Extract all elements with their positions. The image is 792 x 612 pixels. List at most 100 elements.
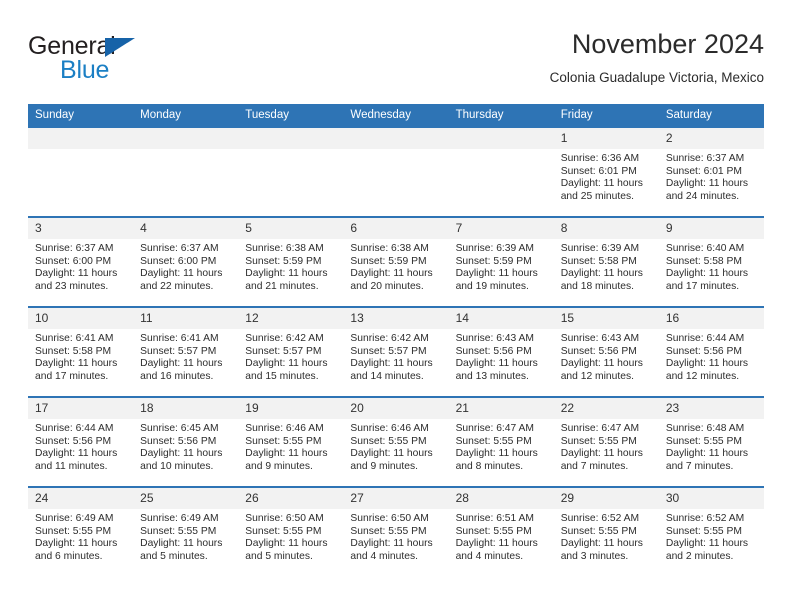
triangle-icon [105, 38, 135, 57]
day-number: 21 [448, 398, 554, 419]
daylight-text-line2: and 11 minutes. [35, 460, 108, 472]
daylight-text-line2: and 23 minutes. [35, 280, 109, 292]
day-number: 18 [133, 398, 239, 419]
daylight-text-line2: and 16 minutes. [140, 370, 214, 382]
calendar-cell-day[interactable]: 15 Sunrise: 6:43 AM Sunset: 5:56 PM Dayligh… [553, 306, 659, 397]
day-number: 8 [553, 218, 659, 239]
calendar-cell-day[interactable]: 16 Sunrise: 6:44 AM Sunset: 5:56 PM Dayligh… [658, 306, 764, 397]
calendar-cell-empty [28, 126, 134, 217]
calendar-cell-day[interactable]: 26 Sunrise: 6:50 AM Sunset: 5:55 PM Dayligh… [238, 486, 344, 576]
sunset-text: Sunset: 5:56 PM [560, 345, 637, 357]
sunrise-text: Sunrise: 6:38 AM [245, 243, 324, 254]
weekday-header-thursday: Thursday [448, 104, 554, 127]
sunrise-text: Sunrise: 6:50 AM [245, 513, 324, 524]
sunrise-text: Sunrise: 6:49 AM [140, 513, 219, 524]
calendar-cell-day[interactable]: 25 Sunrise: 6:49 AM Sunset: 5:55 PM Dayligh… [133, 486, 239, 576]
calendar-cell-day[interactable]: 6 Sunrise: 6:38 AM Sunset: 5:59 PM Daylight… [343, 216, 449, 307]
calendar-cell-day[interactable]: 29 Sunrise: 6:52 AM Sunset: 5:55 PM Dayligh… [553, 486, 659, 576]
calendar-cell-day[interactable]: 3 Sunrise: 6:37 AM Sunset: 6:00 PM Daylight… [28, 216, 134, 307]
daylight-text-line2: and 17 minutes. [35, 370, 109, 382]
sunrise-text: Sunrise: 6:44 AM [665, 333, 745, 344]
daylight-text-line1: Daylight: 11 hours [560, 178, 643, 190]
calendar-cell-day[interactable]: 28 Sunrise: 6:51 AM Sunset: 5:55 PM Dayligh… [448, 486, 554, 576]
sunrise-text: Sunrise: 6:48 AM [665, 423, 745, 434]
brand-logo[interactable]: General Blue [28, 32, 248, 88]
calendar-cell-day[interactable]: 19 Sunrise: 6:46 AM Sunset: 5:55 PM Dayligh… [238, 396, 344, 487]
sunset-text: Sunset: 5:55 PM [140, 525, 217, 537]
day-details: Sunrise: 6:46 AM Sunset: 5:55 PM Daylight:… [238, 419, 343, 473]
day-number: 23 [658, 398, 764, 419]
daylight-text-line1: Daylight: 11 hours [560, 538, 643, 550]
calendar-cell-day[interactable]: 18 Sunrise: 6:45 AM Sunset: 5:56 PM Dayligh… [133, 396, 239, 487]
calendar-cell-day[interactable]: 20 Sunrise: 6:46 AM Sunset: 5:55 PM Dayligh… [343, 396, 449, 487]
calendar-cell-day[interactable]: 1 Sunrise: 6:36 AM Sunset: 6:01 PM Daylight… [553, 126, 659, 217]
calendar-cell-day[interactable]: 24 Sunrise: 6:49 AM Sunset: 5:55 PM Dayligh… [28, 486, 134, 576]
weekday-header-tuesday: Tuesday [238, 104, 344, 127]
day-number: 4 [133, 218, 239, 239]
calendar-cell-day[interactable]: 13 Sunrise: 6:42 AM Sunset: 5:57 PM Dayligh… [343, 306, 449, 397]
sunset-text: Sunset: 5:57 PM [140, 345, 217, 357]
daylight-text-line1: Daylight: 11 hours [455, 448, 538, 460]
calendar-table: Sunday Monday Tuesday Wednesday Thursday… [28, 104, 764, 576]
daylight-text-line1: Daylight: 11 hours [140, 448, 223, 460]
day-details: Sunrise: 6:52 AM Sunset: 5:55 PM Daylight:… [659, 509, 764, 563]
calendar-cell-day[interactable]: 10 Sunrise: 6:41 AM Sunset: 5:58 PM Dayligh… [28, 306, 134, 397]
daylight-text-line2: and 10 minutes. [140, 460, 214, 472]
sunset-text: Sunset: 5:58 PM [560, 255, 637, 267]
day-details: Sunrise: 6:47 AM Sunset: 5:55 PM Daylight:… [554, 419, 659, 473]
sunset-text: Sunset: 5:55 PM [350, 435, 427, 447]
daylight-text-line1: Daylight: 11 hours [665, 358, 749, 370]
calendar-cell-day[interactable]: 2 Sunrise: 6:37 AM Sunset: 6:01 PM Daylight… [658, 126, 764, 217]
daylight-text-line2: and 24 minutes. [665, 190, 740, 202]
daylight-text-line1: Daylight: 11 hours [245, 538, 328, 550]
calendar-cell-day[interactable]: 23 Sunrise: 6:48 AM Sunset: 5:55 PM Dayligh… [658, 396, 764, 487]
daylight-text-line1: Daylight: 11 hours [665, 448, 749, 460]
day-number: 15 [553, 308, 659, 329]
day-number: 25 [133, 488, 239, 509]
calendar-cell-day[interactable]: 4 Sunrise: 6:37 AM Sunset: 6:00 PM Daylight… [133, 216, 239, 307]
calendar-cell-day[interactable]: 9 Sunrise: 6:40 AM Sunset: 5:58 PM Daylight… [658, 216, 764, 307]
sunrise-text: Sunrise: 6:52 AM [560, 513, 640, 524]
sunset-text: Sunset: 5:55 PM [665, 525, 742, 537]
daylight-text-line1: Daylight: 11 hours [245, 268, 328, 280]
day-number: 24 [28, 488, 134, 509]
daylight-text-line1: Daylight: 11 hours [455, 268, 538, 280]
daylight-text-line1: Daylight: 11 hours [35, 268, 118, 280]
calendar-cell-day[interactable]: 8 Sunrise: 6:39 AM Sunset: 5:58 PM Daylight… [553, 216, 659, 307]
day-details: Sunrise: 6:37 AM Sunset: 6:00 PM Daylight:… [133, 239, 238, 293]
day-number: 17 [28, 398, 134, 419]
day-details: Sunrise: 6:39 AM Sunset: 5:58 PM Daylight:… [554, 239, 659, 293]
sunset-text: Sunset: 5:55 PM [560, 435, 637, 447]
sunrise-text: Sunrise: 6:36 AM [560, 153, 640, 164]
daylight-text-line1: Daylight: 11 hours [560, 448, 643, 460]
sunrise-text: Sunrise: 6:42 AM [245, 333, 324, 344]
sunrise-text: Sunrise: 6:49 AM [35, 513, 114, 524]
calendar-cell-day[interactable]: 7 Sunrise: 6:39 AM Sunset: 5:59 PM Daylight… [448, 216, 554, 307]
calendar-cell-day[interactable]: 22 Sunrise: 6:47 AM Sunset: 5:55 PM Dayligh… [553, 396, 659, 487]
day-number: 20 [343, 398, 449, 419]
day-number: 16 [658, 308, 764, 329]
daylight-text-line2: and 2 minutes. [665, 550, 734, 562]
sunrise-text: Sunrise: 6:42 AM [350, 333, 429, 344]
calendar-cell-day[interactable]: 17 Sunrise: 6:44 AM Sunset: 5:56 PM Dayligh… [28, 396, 134, 487]
daylight-text-line1: Daylight: 11 hours [665, 178, 749, 190]
day-number [133, 128, 239, 149]
daylight-text-line1: Daylight: 11 hours [350, 448, 433, 460]
calendar-cell-day[interactable]: 21 Sunrise: 6:47 AM Sunset: 5:55 PM Dayligh… [448, 396, 554, 487]
sunrise-text: Sunrise: 6:39 AM [455, 243, 534, 254]
sunset-text: Sunset: 5:59 PM [350, 255, 427, 267]
day-number: 2 [658, 128, 764, 149]
daylight-text-line1: Daylight: 11 hours [350, 268, 433, 280]
daylight-text-line2: and 12 minutes. [560, 370, 634, 382]
calendar-cell-day[interactable]: 5 Sunrise: 6:38 AM Sunset: 5:59 PM Daylight… [238, 216, 344, 307]
calendar-cell-day[interactable]: 14 Sunrise: 6:43 AM Sunset: 5:56 PM Dayligh… [448, 306, 554, 397]
calendar-cell-day[interactable]: 11 Sunrise: 6:41 AM Sunset: 5:57 PM Dayligh… [133, 306, 239, 397]
daylight-text-line1: Daylight: 11 hours [665, 268, 749, 280]
calendar-cell-day[interactable]: 27 Sunrise: 6:50 AM Sunset: 5:55 PM Dayligh… [343, 486, 449, 576]
sunset-text: Sunset: 5:55 PM [245, 435, 322, 447]
calendar-cell-day[interactable]: 30 Sunrise: 6:52 AM Sunset: 5:55 PM Dayligh… [658, 486, 764, 576]
weekday-header-saturday: Saturday [658, 104, 764, 127]
calendar-cell-day[interactable]: 12 Sunrise: 6:42 AM Sunset: 5:57 PM Dayligh… [238, 306, 344, 397]
day-number [448, 128, 554, 149]
daylight-text-line2: and 6 minutes. [35, 550, 103, 562]
